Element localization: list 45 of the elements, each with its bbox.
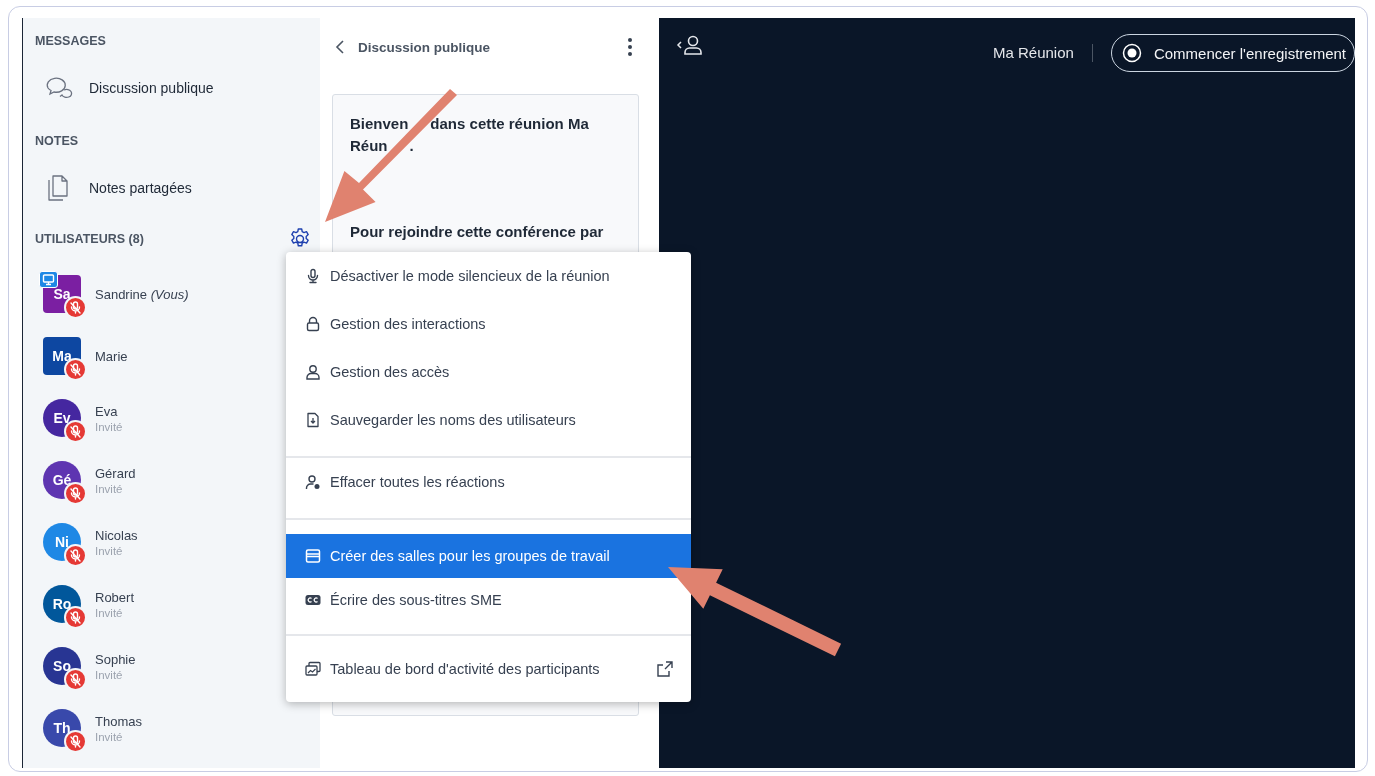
- user-name: Gérard: [95, 465, 136, 481]
- section-heading: UTILISATEURS (8): [35, 231, 144, 248]
- user-role: Invité: [95, 668, 124, 681]
- section-heading: MESSAGES: [35, 33, 107, 50]
- chat-message-text: dans cette réunion Ma: [430, 114, 589, 134]
- chat-message-text: Bienven: [350, 114, 409, 134]
- user-name: Nicolas: [95, 527, 138, 543]
- menu-item[interactable]: Créer des salles pour les groupes de travail: [286, 534, 691, 578]
- chat-message-text: .: [409, 136, 414, 156]
- user-name: Thomas: [95, 713, 142, 729]
- user-icon: [305, 364, 321, 380]
- user-name: Eva: [95, 403, 119, 419]
- menu-item[interactable]: Sauvegarder les noms des utilisateurs: [286, 396, 691, 444]
- chat-message-text: Réun: [350, 136, 388, 156]
- user-name: Robert: [95, 589, 135, 605]
- user-list-toggle-icon[interactable]: [675, 34, 705, 56]
- meeting-title: Ma Réunion: [993, 44, 1074, 61]
- user-name: Sandrine (Vous): [95, 286, 189, 302]
- menu-item[interactable]: Écrire des sous-titres SME: [286, 578, 691, 622]
- user-role: Invité: [95, 482, 124, 495]
- record-icon: [1121, 43, 1142, 63]
- section-heading: NOTES: [35, 133, 80, 150]
- chat-title: Discussion publique: [358, 39, 491, 55]
- menu-item[interactable]: Gestion des interactions: [286, 300, 691, 348]
- user-name: Sophie: [95, 651, 136, 667]
- external-link-icon[interactable]: [656, 660, 674, 678]
- dashboard-icon: [305, 661, 321, 677]
- user-role: Invité: [95, 420, 123, 433]
- user-role: Invité: [95, 606, 124, 619]
- user-role: Invité: [95, 544, 124, 557]
- user-role: Invité: [95, 730, 124, 743]
- menu-item[interactable]: Effacer toutes les réactions: [286, 458, 691, 506]
- menu-item[interactable]: Tableau de bord d'activité des participants: [286, 636, 691, 702]
- rooms-icon: [305, 548, 321, 564]
- lock-icon: [305, 316, 321, 332]
- closed-captions-icon: [305, 592, 321, 608]
- chat-message-text: Pour rejoindre cette conférence par: [350, 222, 604, 242]
- sidebar-item[interactable]: Discussion publique: [35, 52, 214, 124]
- user-name: Marie: [95, 348, 128, 364]
- file-download-icon: [305, 412, 321, 428]
- microphone-icon: [305, 268, 321, 284]
- menu-item[interactable]: Gestion des accès: [286, 348, 691, 396]
- menu-item[interactable]: Désactiver le mode silencieux de la réunion: [286, 252, 691, 300]
- user-clear-icon: [305, 474, 321, 490]
- sidebar-item[interactable]: Notes partagées: [35, 152, 192, 224]
